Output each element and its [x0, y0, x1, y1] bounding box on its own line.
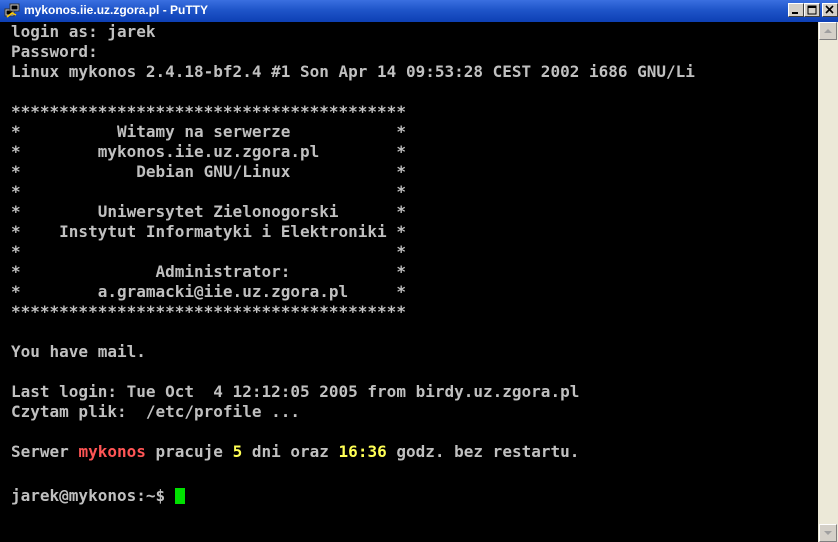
last-login-line: Last login: Tue Oct 4 12:12:05 2005 from…	[11, 382, 580, 401]
banner-line: * *	[11, 182, 406, 201]
uptime-text: pracuje	[145, 442, 233, 461]
banner-line: * Instytut Informatyki i Elektroniki *	[11, 222, 406, 241]
putty-window: mykonos.iie.uz.zgora.pl - PuTTY login as…	[0, 0, 838, 542]
banner-line: * Uniwersytet Zielonogorski *	[11, 202, 406, 221]
banner-line: * a.gramacki@iie.uz.zgora.pl *	[11, 282, 406, 301]
terminal-line: login as: jarek	[11, 22, 156, 41]
minimize-icon	[792, 12, 798, 14]
putty-icon[interactable]	[4, 3, 20, 19]
maximize-button[interactable]	[804, 3, 820, 17]
banner-line: ****************************************…	[11, 302, 406, 321]
window-title: mykonos.iie.uz.zgora.pl - PuTTY	[24, 3, 209, 17]
uptime-time: 16:36	[338, 442, 387, 461]
uptime-line: Serwer mykonos pracuje 5 dni oraz 16:36 …	[11, 442, 579, 462]
terminal-line: Linux mykonos 2.4.18-bf2.4 #1 Son Apr 14…	[11, 62, 695, 81]
banner-line: * Witamy na serwerze *	[11, 122, 406, 141]
profile-line: Czytam plik: /etc/profile ...	[11, 402, 300, 421]
uptime-text: godz. bez restartu.	[386, 442, 580, 461]
scroll-down-button[interactable]	[819, 524, 837, 542]
uptime-days: 5	[232, 442, 243, 461]
terminal-line: Password:	[11, 42, 98, 61]
banner-line: ****************************************…	[11, 102, 406, 121]
mail-notice: You have mail.	[11, 342, 146, 361]
banner-line: * Administrator: *	[11, 262, 406, 281]
hostname-highlight: mykonos	[78, 442, 146, 461]
shell-prompt: jarek@mykonos:~$	[11, 486, 175, 505]
title-bar[interactable]: mykonos.iie.uz.zgora.pl - PuTTY	[0, 0, 838, 22]
vertical-scrollbar[interactable]	[818, 22, 838, 542]
banner-line: * Debian GNU/Linux *	[11, 162, 406, 181]
banner-line: * mykonos.iie.uz.zgora.pl *	[11, 142, 406, 161]
window-border	[0, 22, 8, 542]
scroll-up-button[interactable]	[819, 22, 837, 40]
arrow-up-icon	[824, 29, 832, 33]
uptime-text: Serwer	[11, 442, 79, 461]
close-icon	[825, 5, 834, 14]
text-cursor	[174, 488, 185, 504]
prompt-line[interactable]: jarek@mykonos:~$	[11, 486, 185, 506]
close-button[interactable]	[822, 3, 838, 17]
arrow-down-icon	[824, 531, 832, 535]
uptime-text: dni oraz	[242, 442, 339, 461]
maximize-icon	[807, 5, 817, 15]
minimize-button[interactable]	[788, 3, 804, 17]
banner-line: * *	[11, 242, 406, 261]
terminal-screen[interactable]: login as: jarek Password: Linux mykonos …	[8, 22, 818, 542]
